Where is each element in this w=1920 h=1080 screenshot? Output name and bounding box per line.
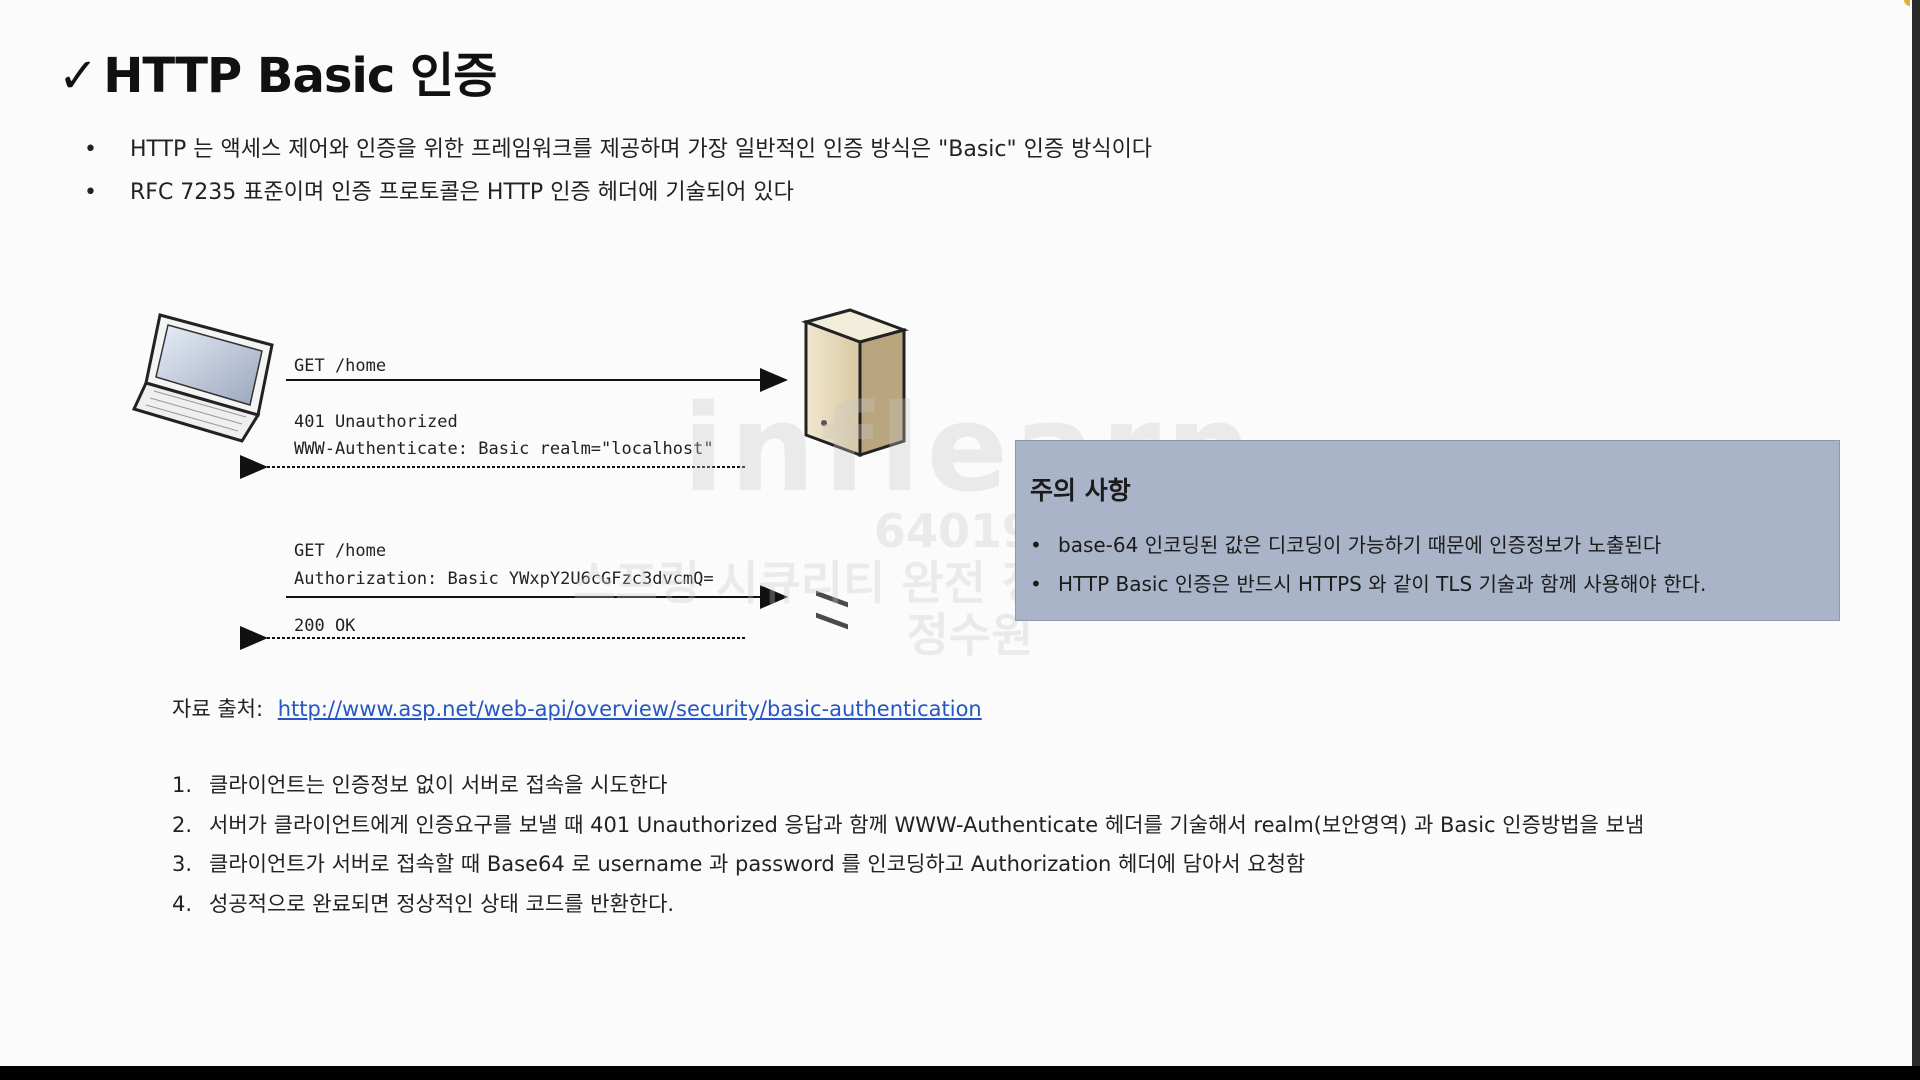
step-number: 3. (172, 852, 193, 876)
slide: ✓ HTTP Basic 인증 • HTTP 는 액세스 제어와 인증을 위한 프… (0, 0, 1912, 1066)
bullet-icon: • (1030, 572, 1042, 596)
request2-label: GET /home (294, 541, 387, 561)
intro-bullet-text: HTTP 는 액세스 제어와 인증을 위한 프레임워크를 제공하며 가장 일반적… (130, 137, 1153, 162)
response2-label: 200 OK (294, 616, 356, 636)
step-number: 4. (172, 891, 193, 916)
source-label: 자료 출처: (172, 697, 264, 721)
step-number: 1. (172, 773, 193, 797)
response1-status-label: 401 Unauthorized (294, 412, 458, 432)
title-text: HTTP Basic 인증 (103, 48, 497, 104)
request1-label: GET /home (294, 356, 387, 376)
callout-item: • base-64 인코딩된 값은 디코딩이 가능하기 때문에 인증정보가 노출된… (1030, 529, 1661, 558)
diagram-graphics (131, 308, 909, 650)
page-title: ✓ HTTP Basic 인증 (58, 36, 497, 106)
bullet-icon: • (1030, 533, 1042, 557)
server-icon (801, 308, 909, 630)
callout-item: • HTTP Basic 인증은 반드시 HTTPS 와 같이 TLS 기술과 함… (1030, 568, 1706, 597)
step-text: 클라이언트가 서버로 접속할 때 Base64 로 username 과 pas… (209, 852, 1306, 876)
window-edge (1912, 0, 1920, 1066)
step-text: 서버가 클라이언트에게 인증요구를 보낼 때 401 Unauthorized … (209, 812, 1645, 837)
response1-header-label: WWW-Authenticate: Basic realm="localhost… (294, 439, 714, 459)
laptop-icon (131, 313, 274, 443)
step-text: 성공적으로 완료되면 정상적인 상태 코드를 반환한다. (209, 891, 675, 916)
checkmark-icon: ✓ (58, 48, 98, 104)
callout-item-text: base-64 인코딩된 값은 디코딩이 가능하기 때문에 인증정보가 노출된다 (1058, 533, 1662, 557)
auth-sequence-diagram: GET /home 401 Unauthorized WWW-Authentic… (130, 305, 930, 655)
step-text: 클라이언트는 인증정보 없이 서버로 접속을 시도한다 (209, 773, 668, 797)
bullet-icon: • (84, 180, 97, 205)
step-number: 2. (172, 812, 193, 837)
request2-header-label: Authorization: Basic YWxpY2U6cGFzc3dvcmQ… (294, 569, 714, 589)
intro-bullet-text: RFC 7235 표준이며 인증 프로토콜은 HTTP 인증 헤더에 기술되어 … (130, 180, 794, 205)
caution-callout: 주의 사항 • base-64 인코딩된 값은 디코딩이 가능하기 때문에 인증정… (1015, 440, 1840, 621)
callout-title: 주의 사항 (1030, 476, 1131, 505)
bullet-icon: • (84, 137, 97, 162)
callout-item-text: HTTP Basic 인증은 반드시 HTTPS 와 같이 TLS 기술과 함께… (1058, 572, 1707, 596)
corner-marker (1904, 0, 1910, 6)
source-link[interactable]: http://www.asp.net/web-api/overview/secu… (278, 697, 982, 721)
source-citation: 자료 출처: http://www.asp.net/web-api/overvi… (172, 693, 982, 723)
